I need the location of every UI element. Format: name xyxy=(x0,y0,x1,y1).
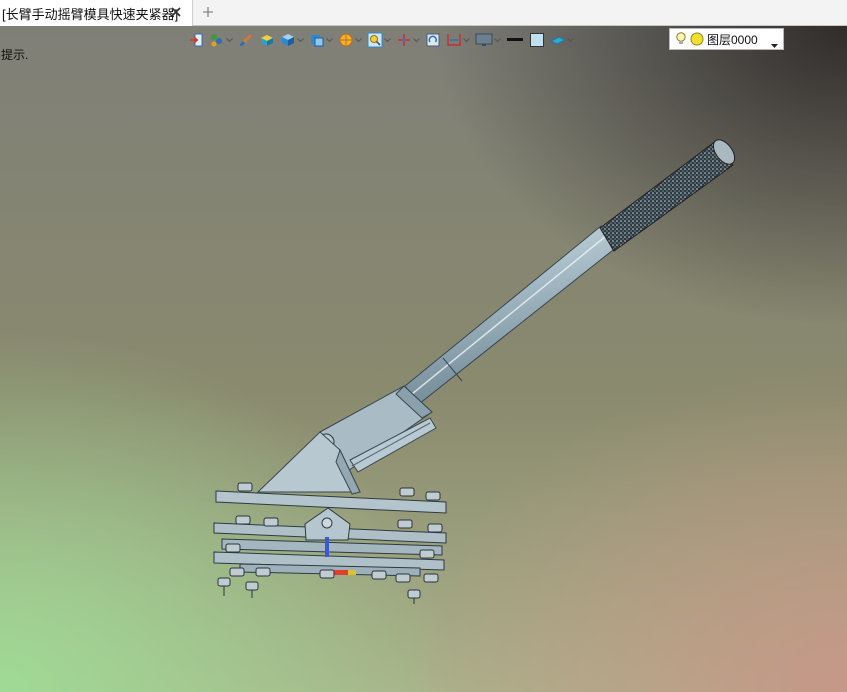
close-icon[interactable] xyxy=(168,4,184,20)
clamp-model[interactable] xyxy=(0,26,847,692)
document-tab[interactable]: [长臂手动摇臂模具快速夹紧器] xyxy=(0,0,193,26)
lever-handle xyxy=(404,139,736,405)
base-plates xyxy=(213,490,447,577)
3d-viewport[interactable]: 提示. 图层0000 xyxy=(0,26,847,692)
plus-icon[interactable] xyxy=(199,3,217,21)
document-tab-title: [长臂手动摇臂模具快速夹紧器] xyxy=(2,6,179,22)
tab-bar: [长臂手动摇臂模具快速夹紧器] xyxy=(0,0,847,26)
